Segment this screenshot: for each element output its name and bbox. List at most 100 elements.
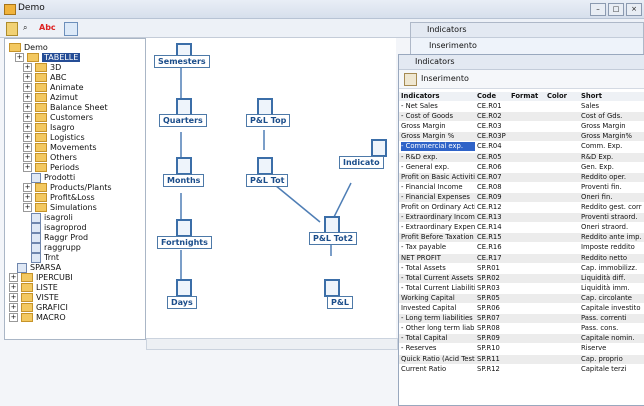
table-row[interactable]: - Cost of Goods CE.R02 Cost of Gds.: [399, 112, 644, 122]
expand-icon[interactable]: +: [23, 183, 32, 192]
node-days[interactable]: Days: [167, 296, 197, 309]
close-button[interactable]: ×: [626, 3, 642, 16]
folder-icon: [35, 153, 47, 162]
expand-icon[interactable]: +: [9, 293, 18, 302]
table-cell: - Total Capital: [401, 334, 448, 343]
table-cell: Quick Ratio (Acid Test): [401, 354, 475, 363]
table-row[interactable]: - Extraordinary ExpensesCE.R14 Oneri stra…: [399, 223, 644, 232]
expand-icon[interactable]: +: [9, 303, 18, 312]
table-cell: Oneri straord.: [581, 223, 629, 232]
node-pl[interactable]: P&L: [327, 296, 353, 309]
table-row[interactable]: - General exp. CE.R06 Gen. Exp.: [399, 163, 644, 172]
table-cell: Working Capital: [401, 293, 455, 302]
tree-item-label: GRAFICI: [36, 303, 68, 312]
grid-icon[interactable]: [64, 22, 78, 36]
column-header[interactable]: Code: [477, 92, 509, 101]
table-row[interactable]: Profit on Basic Activities CE.R07 Reddito …: [399, 172, 644, 182]
table-row[interactable]: - Total Capital SP.R09 Capitale nomin.: [399, 334, 644, 344]
tree-item[interactable]: + MACRO: [9, 312, 66, 323]
expand-icon[interactable]: +: [23, 143, 32, 152]
table-row[interactable]: Profit on Ordinary ActivitiesCE.R12 Reddi…: [399, 203, 644, 212]
table-cell: Sales: [581, 102, 600, 110]
node-fortnights[interactable]: Fortnights: [157, 236, 212, 249]
book-icon[interactable]: [6, 22, 18, 36]
binoculars-icon[interactable]: ⌕: [23, 22, 35, 34]
table-row[interactable]: - Extraordinary Income CE.R13 Proventi str…: [399, 213, 644, 223]
table-row[interactable]: - Financial Income CE.R08 Proventi fin.: [399, 183, 644, 192]
background-window-title: Indicators: [411, 23, 643, 38]
table-cell: Reddito gest. corr: [581, 203, 642, 211]
folder-icon: [35, 203, 47, 212]
expand-icon[interactable]: +: [23, 103, 32, 112]
table-row[interactable]: - R&D exp. CE.R05 R&D Exp.: [399, 152, 644, 162]
column-header[interactable]: Format: [511, 92, 545, 101]
expand-icon[interactable]: +: [23, 113, 32, 122]
tree-item-label: Profit&Loss: [50, 193, 95, 202]
folder-icon: [21, 293, 33, 302]
expand-icon[interactable]: +: [23, 63, 32, 72]
background-insert-button[interactable]: Inserimento: [429, 41, 477, 50]
table-row[interactable]: - Commercial exp. CE.R04 Comm. Exp.: [399, 142, 644, 152]
expand-icon[interactable]: +: [23, 163, 32, 172]
expand-icon[interactable]: +: [23, 203, 32, 212]
node-indicato[interactable]: Indicato: [339, 156, 384, 169]
document-icon: [31, 222, 41, 233]
node-semesters[interactable]: Semesters: [154, 55, 210, 68]
table-row[interactable]: Profit Before Taxation CE.R15 Reddito ante…: [399, 233, 644, 243]
insert-button[interactable]: Inserimento: [421, 74, 469, 83]
table-row[interactable]: - Financial Expenses CE.R09 Oneri fin.: [399, 192, 644, 202]
tree-item-label: Others: [50, 153, 77, 162]
expand-icon[interactable]: +: [23, 193, 32, 202]
expand-icon[interactable]: +: [23, 73, 32, 82]
table-row[interactable]: Working Capital SP.R05 Cap. circolante: [399, 293, 644, 303]
table-cell: Liquidità diff.: [581, 273, 626, 282]
window-controls: – □ ×: [590, 3, 642, 16]
column-header[interactable]: Indicators: [401, 92, 475, 101]
table-row[interactable]: - Net Sales CE.R01 Sales: [399, 102, 644, 111]
table-cell: - Commercial exp.: [401, 142, 475, 152]
table-cell: Capitale nomin.: [581, 334, 635, 343]
table-cell: Gross Margin: [581, 122, 626, 131]
expand-icon[interactable]: +: [9, 313, 18, 322]
table-row[interactable]: - Reserves SP.R10 Riserve: [399, 344, 644, 353]
column-header[interactable]: Short: [581, 92, 644, 101]
table-row[interactable]: - Long term liabilities SP.R07 Pass. corre…: [399, 314, 644, 324]
node-pl-top[interactable]: P&L Top: [246, 114, 291, 127]
expand-icon[interactable]: +: [23, 83, 32, 92]
node-pl-tot2[interactable]: P&L Tot2: [309, 232, 358, 245]
table-cell: Gross Margin%: [581, 132, 632, 141]
horizontal-scrollbar[interactable]: [146, 338, 398, 350]
table-row[interactable]: - Total Assets SP.R01 Cap. immobilizz.: [399, 264, 644, 273]
table-row[interactable]: NET PROFIT CE.R17 Reddito netto: [399, 253, 644, 263]
table-row[interactable]: Invested Capital SP.R06 Capitale investito: [399, 304, 644, 313]
expand-icon[interactable]: +: [23, 123, 32, 132]
table-row[interactable]: Current Ratio SP.R12 Capitale terzi: [399, 365, 644, 374]
table-row[interactable]: - Total Current LiabilitiesSP.R03 Liquidi…: [399, 284, 644, 293]
hierarchy-icon-months: [176, 157, 192, 175]
folder-icon: [35, 73, 47, 82]
table-row[interactable]: Gross Margin CE.R03 Gross Margin: [399, 122, 644, 131]
expand-icon[interactable]: +: [23, 133, 32, 142]
table-row[interactable]: - Other long term liabilitiesSP.R08 Pass.…: [399, 324, 644, 333]
node-pl-tot[interactable]: P&L Tot: [246, 174, 289, 187]
table-cell: Cap. circolante: [581, 293, 632, 302]
spellcheck-button[interactable]: Abc: [39, 22, 56, 34]
expand-icon[interactable]: +: [23, 93, 32, 102]
node-quarters[interactable]: Quarters: [159, 114, 207, 127]
table-row[interactable]: - Tax payable CE.R16 Imposte reddito: [399, 243, 644, 252]
table-row[interactable]: Quick Ratio (Acid Test) SP.R11 Cap. propri…: [399, 354, 644, 364]
table-row[interactable]: Gross Margin % CE.R03P Gross Margin%: [399, 132, 644, 142]
expand-icon[interactable]: +: [23, 153, 32, 162]
expand-icon[interactable]: +: [15, 53, 24, 62]
table-cell: R&D Exp.: [581, 152, 614, 161]
tree-item-label: Raggr Prod: [44, 233, 89, 242]
table-cell: - Tax payable: [401, 243, 447, 252]
node-months[interactable]: Months: [163, 174, 205, 187]
minimize-button[interactable]: –: [590, 3, 606, 16]
expand-icon[interactable]: +: [9, 273, 18, 282]
maximize-button[interactable]: □: [608, 3, 624, 16]
insert-icon: [404, 73, 417, 86]
column-header[interactable]: Color: [547, 92, 579, 101]
table-row[interactable]: - Total Current Assets SP.R02 Liquidità di…: [399, 273, 644, 283]
expand-icon[interactable]: +: [9, 283, 18, 292]
